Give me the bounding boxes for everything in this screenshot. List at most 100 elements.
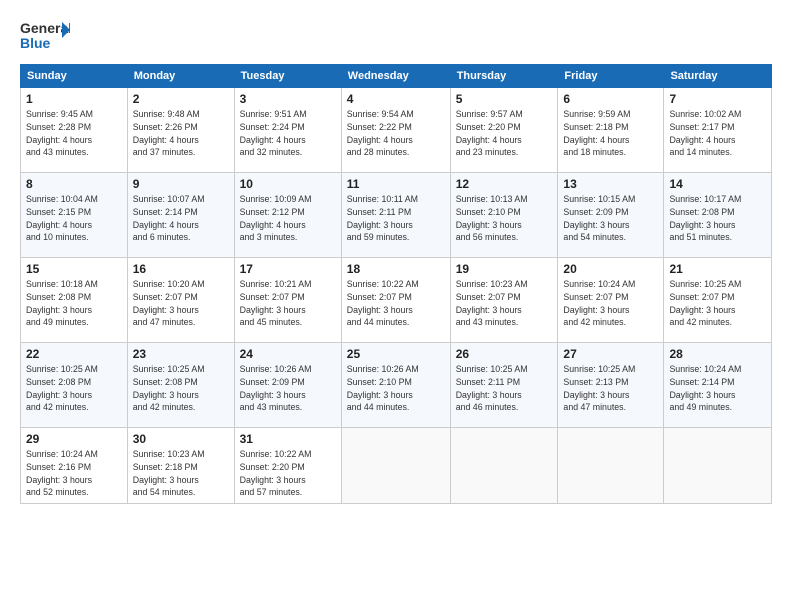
day-number: 7: [669, 92, 766, 106]
day-number: 19: [456, 262, 553, 276]
weekday-header: Sunday: [21, 65, 128, 88]
header: General Blue: [20, 18, 772, 54]
day-info: Sunrise: 10:25 AM Sunset: 2:07 PM Daylig…: [669, 278, 766, 329]
calendar-cell: 23 Sunrise: 10:25 AM Sunset: 2:08 PM Dayl…: [127, 343, 234, 428]
day-info: Sunrise: 10:18 AM Sunset: 2:08 PM Daylig…: [26, 278, 122, 329]
day-number: 12: [456, 177, 553, 191]
day-number: 8: [26, 177, 122, 191]
day-number: 1: [26, 92, 122, 106]
day-info: Sunrise: 10:25 AM Sunset: 2:08 PM Daylig…: [133, 363, 229, 414]
calendar-cell: 6 Sunrise: 9:59 AM Sunset: 2:18 PM Daylig…: [558, 88, 664, 173]
calendar-cell: 10 Sunrise: 10:09 AM Sunset: 2:12 PM Dayl…: [234, 173, 341, 258]
day-info: Sunrise: 10:24 AM Sunset: 2:14 PM Daylig…: [669, 363, 766, 414]
day-info: Sunrise: 10:23 AM Sunset: 2:18 PM Daylig…: [133, 448, 229, 499]
day-info: Sunrise: 10:11 AM Sunset: 2:11 PM Daylig…: [347, 193, 445, 244]
day-info: Sunrise: 9:48 AM Sunset: 2:26 PM Dayligh…: [133, 108, 229, 159]
calendar-cell: [558, 428, 664, 504]
calendar-cell: [664, 428, 772, 504]
calendar-cell: 8 Sunrise: 10:04 AM Sunset: 2:15 PM Dayli…: [21, 173, 128, 258]
day-info: Sunrise: 10:24 AM Sunset: 2:16 PM Daylig…: [26, 448, 122, 499]
calendar-cell: 26Sunrise: 10:25 AM Sunset: 2:11 PM Dayl…: [450, 343, 558, 428]
day-number: 28: [669, 347, 766, 361]
calendar-week-row: 15 Sunrise: 10:18 AM Sunset: 2:08 PM Dayl…: [21, 258, 772, 343]
day-number: 22: [26, 347, 122, 361]
calendar-week-row: 22 Sunrise: 10:25 AM Sunset: 2:08 PM Dayl…: [21, 343, 772, 428]
day-number: 18: [347, 262, 445, 276]
calendar-cell: 25 Sunrise: 10:26 AM Sunset: 2:10 PM Dayl…: [341, 343, 450, 428]
calendar-cell: 31 Sunrise: 10:22 AM Sunset: 2:20 PM Dayl…: [234, 428, 341, 504]
calendar-cell: 2 Sunrise: 9:48 AM Sunset: 2:26 PM Daylig…: [127, 88, 234, 173]
day-number: 9: [133, 177, 229, 191]
day-number: 4: [347, 92, 445, 106]
day-number: 25: [347, 347, 445, 361]
day-info: Sunrise: 10:04 AM Sunset: 2:15 PM Daylig…: [26, 193, 122, 244]
day-info: Sunrise: 9:54 AM Sunset: 2:22 PM Dayligh…: [347, 108, 445, 159]
day-number: 15: [26, 262, 122, 276]
day-info: Sunrise: 10:02 AM Sunset: 2:17 PM Daylig…: [669, 108, 766, 159]
day-number: 23: [133, 347, 229, 361]
day-info: Sunrise: 9:57 AM Sunset: 2:20 PM Dayligh…: [456, 108, 553, 159]
day-info: Sunrise: 10:13 AM Sunset: 2:10 PM Daylig…: [456, 193, 553, 244]
calendar-cell: 24Sunrise: 10:26 AM Sunset: 2:09 PM Dayl…: [234, 343, 341, 428]
calendar-week-row: 29 Sunrise: 10:24 AM Sunset: 2:16 PM Dayl…: [21, 428, 772, 504]
weekday-header: Monday: [127, 65, 234, 88]
calendar-week-row: 8 Sunrise: 10:04 AM Sunset: 2:15 PM Dayli…: [21, 173, 772, 258]
day-info: Sunrise: 9:45 AM Sunset: 2:28 PM Dayligh…: [26, 108, 122, 159]
day-number: 30: [133, 432, 229, 446]
calendar-cell: 16 Sunrise: 10:20 AM Sunset: 2:07 PM Dayl…: [127, 258, 234, 343]
calendar-cell: 22 Sunrise: 10:25 AM Sunset: 2:08 PM Dayl…: [21, 343, 128, 428]
calendar-cell: 7 Sunrise: 10:02 AM Sunset: 2:17 PM Dayli…: [664, 88, 772, 173]
day-info: Sunrise: 10:23 AM Sunset: 2:07 PM Daylig…: [456, 278, 553, 329]
calendar-header-row: SundayMondayTuesdayWednesdayThursdayFrid…: [21, 65, 772, 88]
weekday-header: Tuesday: [234, 65, 341, 88]
calendar-cell: 19 Sunrise: 10:23 AM Sunset: 2:07 PM Dayl…: [450, 258, 558, 343]
day-number: 31: [240, 432, 336, 446]
day-info: Sunrise: 10:07 AM Sunset: 2:14 PM Daylig…: [133, 193, 229, 244]
calendar-cell: 12 Sunrise: 10:13 AM Sunset: 2:10 PM Dayl…: [450, 173, 558, 258]
day-number: 13: [563, 177, 658, 191]
calendar-week-row: 1 Sunrise: 9:45 AM Sunset: 2:28 PM Daylig…: [21, 88, 772, 173]
day-number: 2: [133, 92, 229, 106]
calendar-cell: [341, 428, 450, 504]
day-info: Sunrise: 10:25 AM Sunset: 2:13 PM Daylig…: [563, 363, 658, 414]
day-number: 27: [563, 347, 658, 361]
day-number: 10: [240, 177, 336, 191]
calendar-cell: 9 Sunrise: 10:07 AM Sunset: 2:14 PM Dayli…: [127, 173, 234, 258]
calendar-cell: 1 Sunrise: 9:45 AM Sunset: 2:28 PM Daylig…: [21, 88, 128, 173]
day-info: Sunrise: 9:59 AM Sunset: 2:18 PM Dayligh…: [563, 108, 658, 159]
day-info: Sunrise: 10:20 AM Sunset: 2:07 PM Daylig…: [133, 278, 229, 329]
calendar-cell: 30 Sunrise: 10:23 AM Sunset: 2:18 PM Dayl…: [127, 428, 234, 504]
day-number: 11: [347, 177, 445, 191]
weekday-header: Saturday: [664, 65, 772, 88]
calendar-cell: 21 Sunrise: 10:25 AM Sunset: 2:07 PM Dayl…: [664, 258, 772, 343]
svg-text:Blue: Blue: [20, 35, 51, 51]
day-number: 29: [26, 432, 122, 446]
calendar-cell: 18 Sunrise: 10:22 AM Sunset: 2:07 PM Dayl…: [341, 258, 450, 343]
weekday-header: Thursday: [450, 65, 558, 88]
logo-svg: General Blue: [20, 18, 70, 54]
calendar-cell: 4 Sunrise: 9:54 AM Sunset: 2:22 PM Daylig…: [341, 88, 450, 173]
calendar-cell: 3Sunrise: 9:51 AM Sunset: 2:24 PM Daylig…: [234, 88, 341, 173]
day-number: 16: [133, 262, 229, 276]
weekday-header: Friday: [558, 65, 664, 88]
day-number: 24: [240, 347, 336, 361]
day-number: 5: [456, 92, 553, 106]
day-info: Sunrise: 10:25 AM Sunset: 2:08 PM Daylig…: [26, 363, 122, 414]
day-number: 6: [563, 92, 658, 106]
day-number: 17: [240, 262, 336, 276]
day-number: 21: [669, 262, 766, 276]
calendar-cell: 13Sunrise: 10:15 AM Sunset: 2:09 PM Dayl…: [558, 173, 664, 258]
day-number: 20: [563, 262, 658, 276]
calendar-cell: [450, 428, 558, 504]
logo: General Blue: [20, 18, 70, 54]
day-info: Sunrise: 10:22 AM Sunset: 2:07 PM Daylig…: [347, 278, 445, 329]
calendar-cell: 15 Sunrise: 10:18 AM Sunset: 2:08 PM Dayl…: [21, 258, 128, 343]
day-info: Sunrise: 10:22 AM Sunset: 2:20 PM Daylig…: [240, 448, 336, 499]
calendar-cell: 27 Sunrise: 10:25 AM Sunset: 2:13 PM Dayl…: [558, 343, 664, 428]
calendar-cell: 20Sunrise: 10:24 AM Sunset: 2:07 PM Dayl…: [558, 258, 664, 343]
day-info: Sunrise: 10:26 AM Sunset: 2:10 PM Daylig…: [347, 363, 445, 414]
day-info: Sunrise: 10:17 AM Sunset: 2:08 PM Daylig…: [669, 193, 766, 244]
weekday-header: Wednesday: [341, 65, 450, 88]
calendar-cell: 28 Sunrise: 10:24 AM Sunset: 2:14 PM Dayl…: [664, 343, 772, 428]
day-info: Sunrise: 10:09 AM Sunset: 2:12 PM Daylig…: [240, 193, 336, 244]
